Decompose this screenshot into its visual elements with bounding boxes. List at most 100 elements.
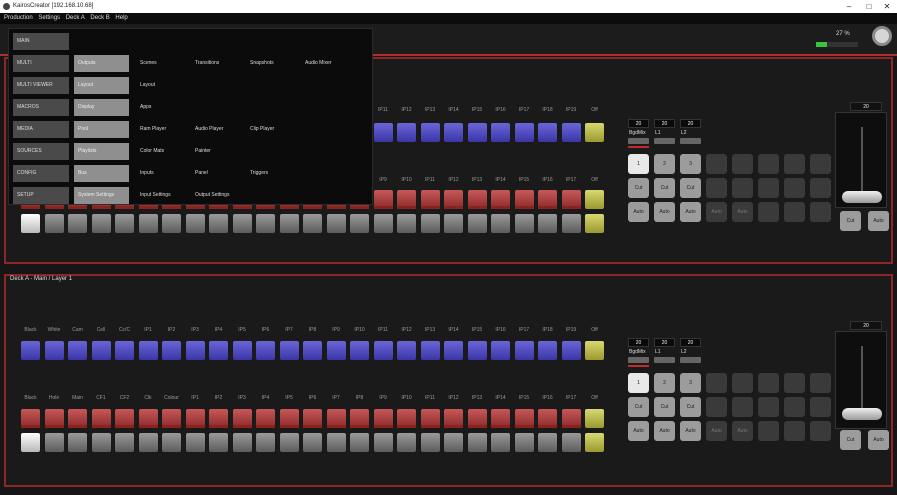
deck-b-grey-bus-button[interactable] [444,433,463,452]
auto-button[interactable]: Auto [680,421,701,441]
transition-select-button[interactable] [654,138,675,144]
deck-b-grey-bus-button[interactable] [209,433,228,452]
layer-number-button[interactable]: 1 [628,154,649,174]
cut-button[interactable]: Cut [628,397,649,417]
cut-button[interactable] [810,397,831,417]
menu-cat-macros[interactable]: MACROS [13,99,69,116]
deck-b-blue-bus-button[interactable] [444,341,463,360]
layer-number-button[interactable] [706,154,727,174]
deck-a-grey-bus-button[interactable] [514,214,534,233]
auto-button[interactable]: Auto [732,202,753,222]
menu-cat-media[interactable]: MEDIA [13,121,69,138]
deck-b-blue-bus-button[interactable] [185,341,205,360]
deck-b-grey-bus-button[interactable] [91,433,111,452]
deck-b-grey-bus-button[interactable] [397,433,416,452]
t-bar-lever[interactable] [842,191,882,203]
cut-button[interactable] [758,178,779,198]
deck-b-grey-bus-button[interactable] [232,433,252,452]
cut-button[interactable]: Cut [654,178,675,198]
menu-item-snapshots[interactable]: Snapshots [250,55,300,72]
deck-b-grey-bus-button[interactable] [279,433,299,452]
deck-a-grey-bus-button[interactable] [21,214,40,233]
layer-number-button[interactable] [784,373,805,393]
menu-cat-config[interactable]: CONFIG [13,165,69,182]
tbar-cut-button[interactable]: Cut [840,430,861,450]
menu-item-output-settings[interactable]: Output Settings [195,187,245,204]
tbar-auto-button[interactable]: Auto [868,211,889,231]
deck-a-grey-bus-button[interactable] [44,214,64,233]
deck-a-grey-bus-button[interactable] [138,214,158,233]
deck-b-grey-bus-button[interactable] [467,433,487,452]
menu-sub-system-settings[interactable]: System Settings [74,187,129,204]
auto-button[interactable] [784,202,805,222]
deck-b-blue-bus-button[interactable] [138,341,158,360]
deck-a-grey-bus-button[interactable] [561,214,581,233]
auto-button[interactable]: Auto [680,202,701,222]
deck-b-grey-bus-button[interactable] [326,433,346,452]
menu-item-painter[interactable]: Painter [195,143,245,160]
deck-a-grey-bus-button[interactable] [279,214,299,233]
deck-b-grey-bus-button[interactable] [585,433,604,452]
close-icon[interactable]: ✕ [876,0,897,13]
cut-button[interactable] [732,397,753,417]
auto-button[interactable]: Auto [628,202,649,222]
deck-a-grey-bus-button[interactable] [256,214,275,233]
cut-button[interactable] [758,397,779,417]
deck-b-blue-bus-button[interactable] [279,341,299,360]
minimize-icon[interactable]: – [838,0,860,13]
deck-a-blue-bus-button[interactable] [444,123,463,142]
deck-a-grey-bus-button[interactable] [68,214,87,233]
deck-a-blue-bus-button[interactable] [585,123,604,142]
menu-sub-playlists[interactable]: Playlists [74,143,129,160]
transition-select-button[interactable] [680,357,701,363]
deck-b-grey-bus-button[interactable] [21,433,40,452]
deck-b-grey-bus-button[interactable] [115,433,134,452]
auto-button[interactable]: Auto [706,421,727,441]
auto-button[interactable]: Auto [732,421,753,441]
deck-a-grey-bus-button[interactable] [115,214,134,233]
deck-b-grey-bus-button[interactable] [256,433,275,452]
main-knob-icon[interactable] [872,26,892,46]
cut-button[interactable] [784,178,805,198]
deck-b-blue-bus-button[interactable] [491,341,510,360]
deck-a-blue-bus-button[interactable] [514,123,534,142]
menu-cat-multi[interactable]: MULTI [13,55,69,72]
auto-button[interactable] [810,202,831,222]
t-bar[interactable] [835,331,887,429]
deck-a-grey-bus-button[interactable] [444,214,463,233]
deck-b-blue-bus-button[interactable] [44,341,64,360]
deck-a-grey-bus-button[interactable] [467,214,487,233]
menu-item-panel[interactable]: Panel [195,165,245,182]
menu-item-color-mats[interactable]: Color Mats [140,143,190,160]
deck-b-blue-bus-button[interactable] [467,341,487,360]
deck-a-grey-bus-button[interactable] [185,214,205,233]
tbar-auto-button[interactable]: Auto [868,430,889,450]
deck-b-blue-bus-button[interactable] [538,341,557,360]
menu-production[interactable]: Production [4,13,33,24]
menu-item-layout[interactable]: Layout [140,77,190,94]
deck-b-blue-bus-button[interactable] [585,341,604,360]
deck-a-blue-bus-button[interactable] [397,123,416,142]
layer-number-button[interactable] [706,373,727,393]
deck-b-blue-bus-button[interactable] [303,341,322,360]
deck-a-blue-bus-button[interactable] [373,123,393,142]
deck-a-grey-bus-button[interactable] [303,214,322,233]
t-bar[interactable] [835,112,887,208]
menu-item-apps[interactable]: Apps [140,99,190,116]
cut-button[interactable] [784,397,805,417]
deck-a-grey-bus-button[interactable] [397,214,416,233]
layer-number-button[interactable] [784,154,805,174]
layer-number-button[interactable] [732,373,753,393]
deck-b-blue-bus-button[interactable] [68,341,87,360]
menu-sub-bus[interactable]: Bus [74,165,129,182]
cut-button[interactable]: Cut [680,178,701,198]
deck-a-grey-bus-button[interactable] [209,214,228,233]
menu-help[interactable]: Help [115,13,127,24]
cut-button[interactable] [732,178,753,198]
deck-b-grey-bus-button[interactable] [185,433,205,452]
deck-a-blue-bus-button[interactable] [538,123,557,142]
menu-item-triggers[interactable]: Triggers [250,165,300,182]
deck-a-grey-bus-button[interactable] [91,214,111,233]
menu-item-scenes[interactable]: Scenes [140,55,190,72]
auto-button[interactable] [758,202,779,222]
